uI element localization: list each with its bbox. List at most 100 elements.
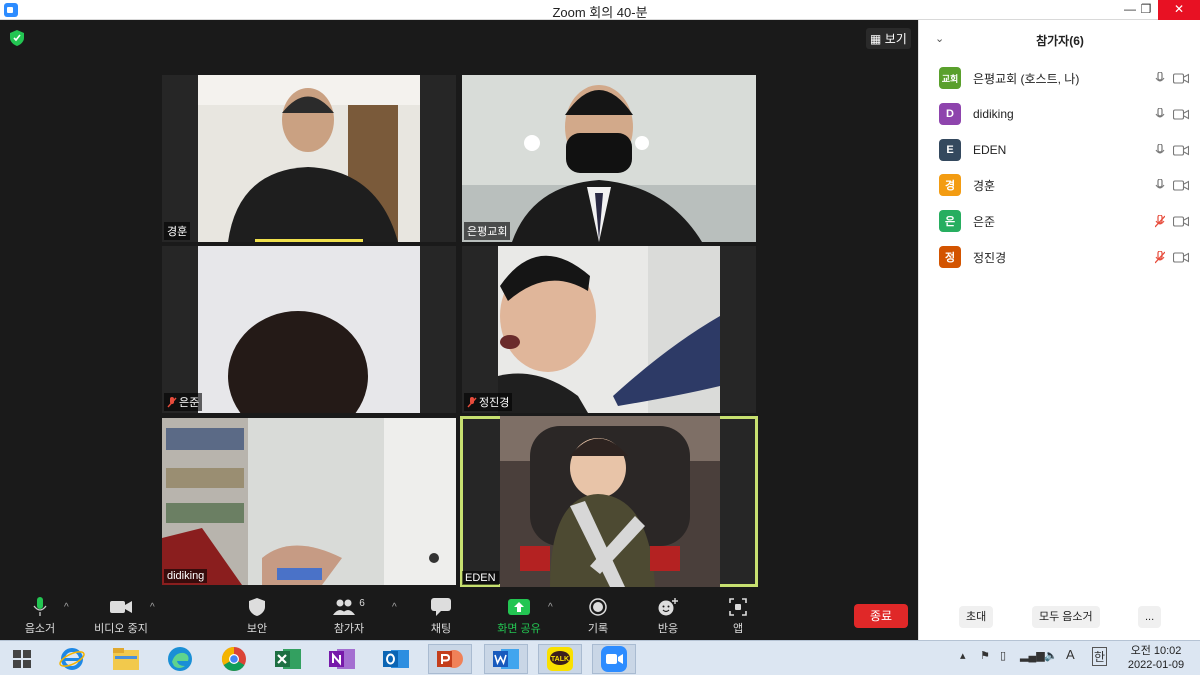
participant-video	[198, 246, 420, 413]
meeting-toolbar: 음소거 ^ 비디오 중지 ^ 보안 6 참가자 ^ 채팅 화면 공유 ^ 기록 …	[0, 588, 918, 640]
ime-mode-indicator[interactable]: A	[1066, 647, 1075, 662]
participant-row[interactable]: Ddidiking	[939, 102, 1189, 126]
participant-name: 은평교회 (호스트, 나)	[973, 71, 1080, 86]
participant-name: 은준	[973, 214, 996, 229]
participant-name: 경훈	[973, 178, 996, 193]
taskbar-word[interactable]	[484, 644, 528, 674]
taskbar-zoom[interactable]	[592, 644, 636, 674]
security-button[interactable]: 보안	[222, 596, 292, 636]
view-button[interactable]: ▦ 보기	[866, 28, 911, 49]
video-camera-icon[interactable]	[1173, 251, 1189, 263]
participant-row[interactable]: 교회 은평교회 (호스트, 나)	[939, 66, 1189, 90]
video-tile[interactable]: 경훈	[162, 75, 456, 242]
tile-nameplate: 은평교회	[464, 222, 511, 240]
chat-button[interactable]: 채팅	[406, 596, 476, 636]
video-camera-icon[interactable]	[1173, 72, 1189, 84]
participants-panel: ⌄ 참가자(6) 교회 은평교회 (호스트, 나) Ddidiking E EDEN 경 경…	[918, 20, 1200, 640]
participant-row[interactable]: 정 정진경	[939, 245, 1189, 269]
microphone-icon	[33, 597, 47, 616]
video-tile[interactable]: 은평교회	[462, 75, 756, 242]
participant-name: EDEN	[973, 143, 1007, 157]
video-camera-icon[interactable]	[1173, 215, 1189, 227]
outlook-icon	[383, 650, 409, 668]
microphone-icon[interactable]	[1155, 71, 1165, 85]
participant-avatar: 정	[939, 246, 961, 268]
video-tile-active[interactable]: EDEN	[460, 416, 758, 587]
participant-row[interactable]: 경 경훈	[939, 173, 1189, 197]
network-signal-icon[interactable]: ▂▄▆	[1020, 649, 1045, 662]
mute-options-caret[interactable]: ^	[64, 602, 69, 613]
apps-icon	[729, 598, 747, 616]
start-button[interactable]	[0, 644, 44, 674]
taskbar-clock[interactable]: 오전 10:02 2022-01-09	[1120, 644, 1192, 672]
folder-icon	[113, 648, 139, 670]
invite-button[interactable]: 초대	[959, 606, 994, 628]
participants-button[interactable]: 6 참가자	[314, 596, 384, 636]
tile-nameplate: EDEN	[462, 571, 499, 585]
participant-avatar: 은	[939, 210, 961, 232]
video-camera-icon[interactable]	[1173, 108, 1189, 120]
microphone-icon[interactable]	[1155, 178, 1165, 192]
taskbar-internet-explorer[interactable]	[50, 644, 94, 674]
video-camera-icon[interactable]	[1173, 144, 1189, 156]
restore-button[interactable]: ❐	[1132, 0, 1160, 20]
share-screen-icon	[508, 599, 530, 615]
taskbar-edge[interactable]	[158, 644, 202, 674]
participant-avatar: 교회	[939, 67, 961, 89]
participant-row[interactable]: E EDEN	[939, 138, 1189, 162]
taskbar-kakaotalk[interactable]: TALK	[538, 644, 582, 674]
tile-nameplate: 경훈	[164, 222, 191, 240]
device-icon[interactable]: ▯	[1000, 649, 1006, 662]
muted-mic-icon[interactable]	[1155, 214, 1165, 228]
volume-icon[interactable]: 🔈	[1044, 649, 1058, 662]
encryption-shield-icon[interactable]	[10, 30, 24, 46]
stop-video-button[interactable]: 비디오 중지	[86, 596, 156, 636]
windows-logo-icon	[13, 650, 31, 668]
language-indicator[interactable]: 한	[1092, 647, 1108, 666]
share-screen-button[interactable]: 화면 공유	[484, 596, 554, 636]
taskbar-outlook[interactable]	[374, 644, 418, 674]
mute-all-button[interactable]: 모두 음소거	[1032, 606, 1100, 628]
video-tile[interactable]: 정진경	[462, 246, 756, 413]
video-camera-icon[interactable]	[1173, 179, 1189, 191]
flag-icon[interactable]: ⚑	[980, 649, 990, 662]
svg-text:TALK: TALK	[551, 656, 569, 663]
participant-row[interactable]: 은 은준	[939, 209, 1189, 233]
record-button[interactable]: 기록	[563, 596, 633, 636]
onenote-icon	[329, 649, 355, 669]
share-options-caret[interactable]: ^	[548, 602, 553, 613]
close-button[interactable]: ✕	[1158, 0, 1200, 20]
video-tile[interactable]: 은준	[162, 246, 456, 413]
taskbar-file-explorer[interactable]	[104, 644, 148, 674]
taskbar-powerpoint[interactable]	[428, 644, 472, 674]
video-tile[interactable]: didiking	[162, 418, 456, 585]
powerpoint-icon	[437, 650, 463, 668]
taskbar-onenote[interactable]	[320, 644, 364, 674]
tile-nameplate: 은준	[164, 393, 203, 411]
participant-video	[162, 418, 456, 585]
microphone-icon[interactable]	[1155, 107, 1165, 121]
participants-options-caret[interactable]: ^	[392, 602, 397, 613]
meeting-area: ▦ 보기 경훈 은평교회 은준 정진경 didiking EDEN	[0, 20, 918, 640]
chat-bubble-icon	[431, 598, 451, 616]
video-camera-icon	[110, 601, 132, 613]
participant-name: 정진경	[973, 250, 1007, 265]
muted-mic-icon	[467, 396, 477, 407]
reactions-button[interactable]: 반응	[633, 596, 703, 636]
microphone-icon[interactable]	[1155, 143, 1165, 157]
show-hidden-icons-button[interactable]: ▴	[960, 649, 966, 662]
chrome-icon	[221, 647, 246, 672]
video-options-caret[interactable]: ^	[150, 602, 155, 613]
participant-video	[498, 246, 720, 413]
taskbar-chrome[interactable]	[212, 644, 256, 674]
apps-button[interactable]: 앱	[703, 596, 773, 636]
taskbar-excel[interactable]	[266, 644, 310, 674]
end-meeting-button[interactable]: 종료	[854, 604, 908, 628]
security-shield-icon	[249, 598, 265, 616]
internet-explorer-icon	[59, 648, 85, 670]
muted-mic-icon[interactable]	[1155, 250, 1165, 264]
participant-avatar: E	[939, 139, 961, 161]
tile-nameplate: didiking	[164, 569, 208, 583]
participant-name: didiking	[973, 107, 1014, 121]
more-options-button[interactable]: ...	[1138, 606, 1162, 628]
